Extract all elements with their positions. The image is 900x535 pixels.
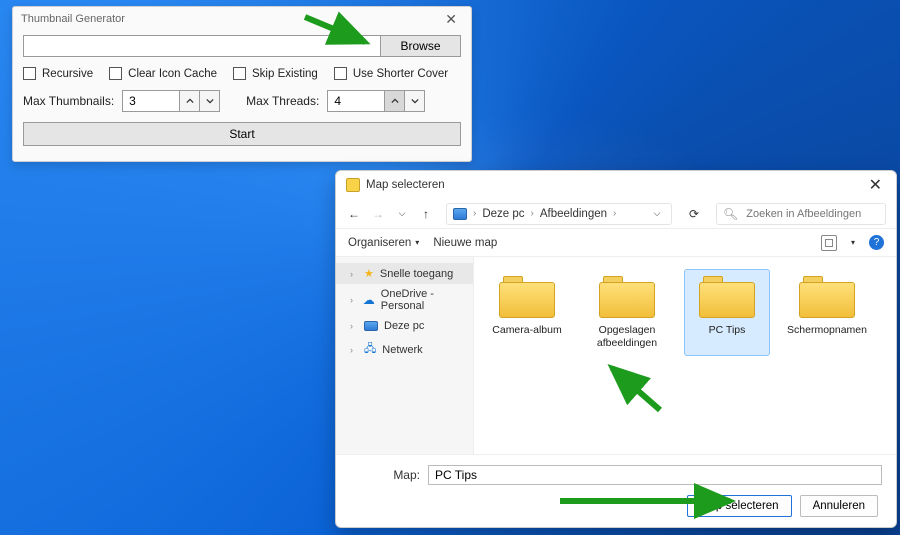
max-thumbnails-label: Max Thumbnails: — [23, 94, 114, 108]
cancel-button[interactable]: Annuleren — [800, 495, 878, 517]
map-label: Map: — [390, 468, 420, 482]
folder-item[interactable]: Camera-album — [484, 269, 570, 356]
sidebar-item-this-pc[interactable]: › Deze pc — [336, 316, 473, 336]
folder-name: Opgeslagen afbeeldingen — [587, 324, 667, 349]
browse-button[interactable]: Browse — [381, 35, 461, 57]
start-button[interactable]: Start — [23, 122, 461, 146]
forward-icon: → — [370, 206, 386, 222]
this-pc-icon — [364, 321, 378, 331]
network-icon: 🖧 — [364, 340, 376, 359]
folder-icon — [599, 276, 655, 318]
sidebar-item-network[interactable]: ›🖧 Netwerk — [336, 336, 473, 363]
up-icon[interactable]: ↑ — [418, 206, 434, 222]
chevron-up-icon[interactable] — [180, 90, 200, 112]
view-options-icon[interactable] — [821, 235, 837, 251]
max-thumbnails-input[interactable] — [122, 90, 180, 112]
folder-name: PC Tips — [687, 324, 767, 348]
folder-name: Camera-album — [487, 324, 567, 348]
back-icon[interactable]: ← — [346, 206, 362, 222]
max-thumbnails-stepper[interactable] — [122, 90, 220, 112]
folder-icon — [699, 276, 755, 318]
chevron-down-icon[interactable]: ⌵ — [649, 206, 665, 222]
help-icon[interactable]: ? — [869, 235, 884, 250]
cloud-icon: ☁ — [363, 293, 375, 307]
close-icon[interactable]: ✕ — [439, 11, 463, 28]
select-folder-button[interactable]: Map selecteren — [687, 495, 792, 517]
chevron-down-icon[interactable] — [200, 90, 220, 112]
refresh-icon[interactable]: ⟳ — [686, 206, 702, 222]
folder-icon — [499, 276, 555, 318]
max-threads-input[interactable] — [327, 90, 385, 112]
chevron-down-icon[interactable]: ▾ — [851, 238, 855, 247]
thumbnail-generator-window: Thumbnail Generator ✕ Browse Recursive C… — [12, 6, 472, 162]
search-icon: 🔍︎ — [723, 207, 738, 221]
tg-title-text: Thumbnail Generator — [21, 13, 125, 25]
tg-titlebar: Thumbnail Generator ✕ — [13, 7, 471, 31]
folder-item[interactable]: Opgeslagen afbeeldingen — [584, 269, 670, 356]
sidebar-item-onedrive[interactable]: ›☁ OneDrive - Personal — [336, 284, 473, 316]
clear-cache-checkbox[interactable]: Clear Icon Cache — [109, 67, 217, 80]
max-threads-label: Max Threads: — [246, 94, 319, 108]
chevron-down-icon[interactable]: ⌵ — [394, 206, 410, 222]
sidebar: ›★ Snelle toegang ›☁ OneDrive - Personal… — [336, 257, 474, 454]
folder-icon — [799, 276, 855, 318]
fd-titlebar: Map selecteren ✕ — [336, 171, 896, 199]
use-shorter-cover-checkbox[interactable]: Use Shorter Cover — [334, 67, 448, 80]
chevron-down-icon: ▾ — [415, 238, 419, 247]
map-field[interactable] — [428, 465, 882, 485]
close-icon[interactable]: ✕ — [865, 175, 886, 195]
max-threads-stepper[interactable] — [327, 90, 425, 112]
this-pc-icon — [453, 208, 467, 220]
star-icon: ★ — [364, 267, 374, 280]
chevron-down-icon[interactable] — [405, 90, 425, 112]
path-input[interactable] — [23, 35, 381, 57]
fd-title-text: Map selecteren — [366, 179, 445, 191]
folder-select-dialog: Map selecteren ✕ ← → ⌵ ↑ › Deze pc › Afb… — [335, 170, 897, 528]
organize-menu[interactable]: Organiseren ▾ — [348, 237, 419, 249]
breadcrumb[interactable]: › Deze pc › Afbeeldingen › ⌵ — [446, 203, 672, 225]
skip-existing-checkbox[interactable]: Skip Existing — [233, 67, 318, 80]
folder-grid: Camera-album Opgeslagen afbeeldingen PC Ti… — [474, 257, 896, 454]
new-folder-button[interactable]: Nieuwe map — [433, 237, 497, 249]
recursive-checkbox[interactable]: Recursive — [23, 67, 93, 80]
folder-icon — [346, 178, 360, 192]
search-input[interactable]: 🔍︎ — [716, 203, 886, 225]
chevron-up-icon[interactable] — [385, 90, 405, 112]
sidebar-item-quick-access[interactable]: ›★ Snelle toegang — [336, 263, 473, 284]
folder-item[interactable]: PC Tips — [684, 269, 770, 356]
folder-item[interactable]: Schermopnamen — [784, 269, 870, 356]
folder-name: Schermopnamen — [787, 324, 867, 348]
